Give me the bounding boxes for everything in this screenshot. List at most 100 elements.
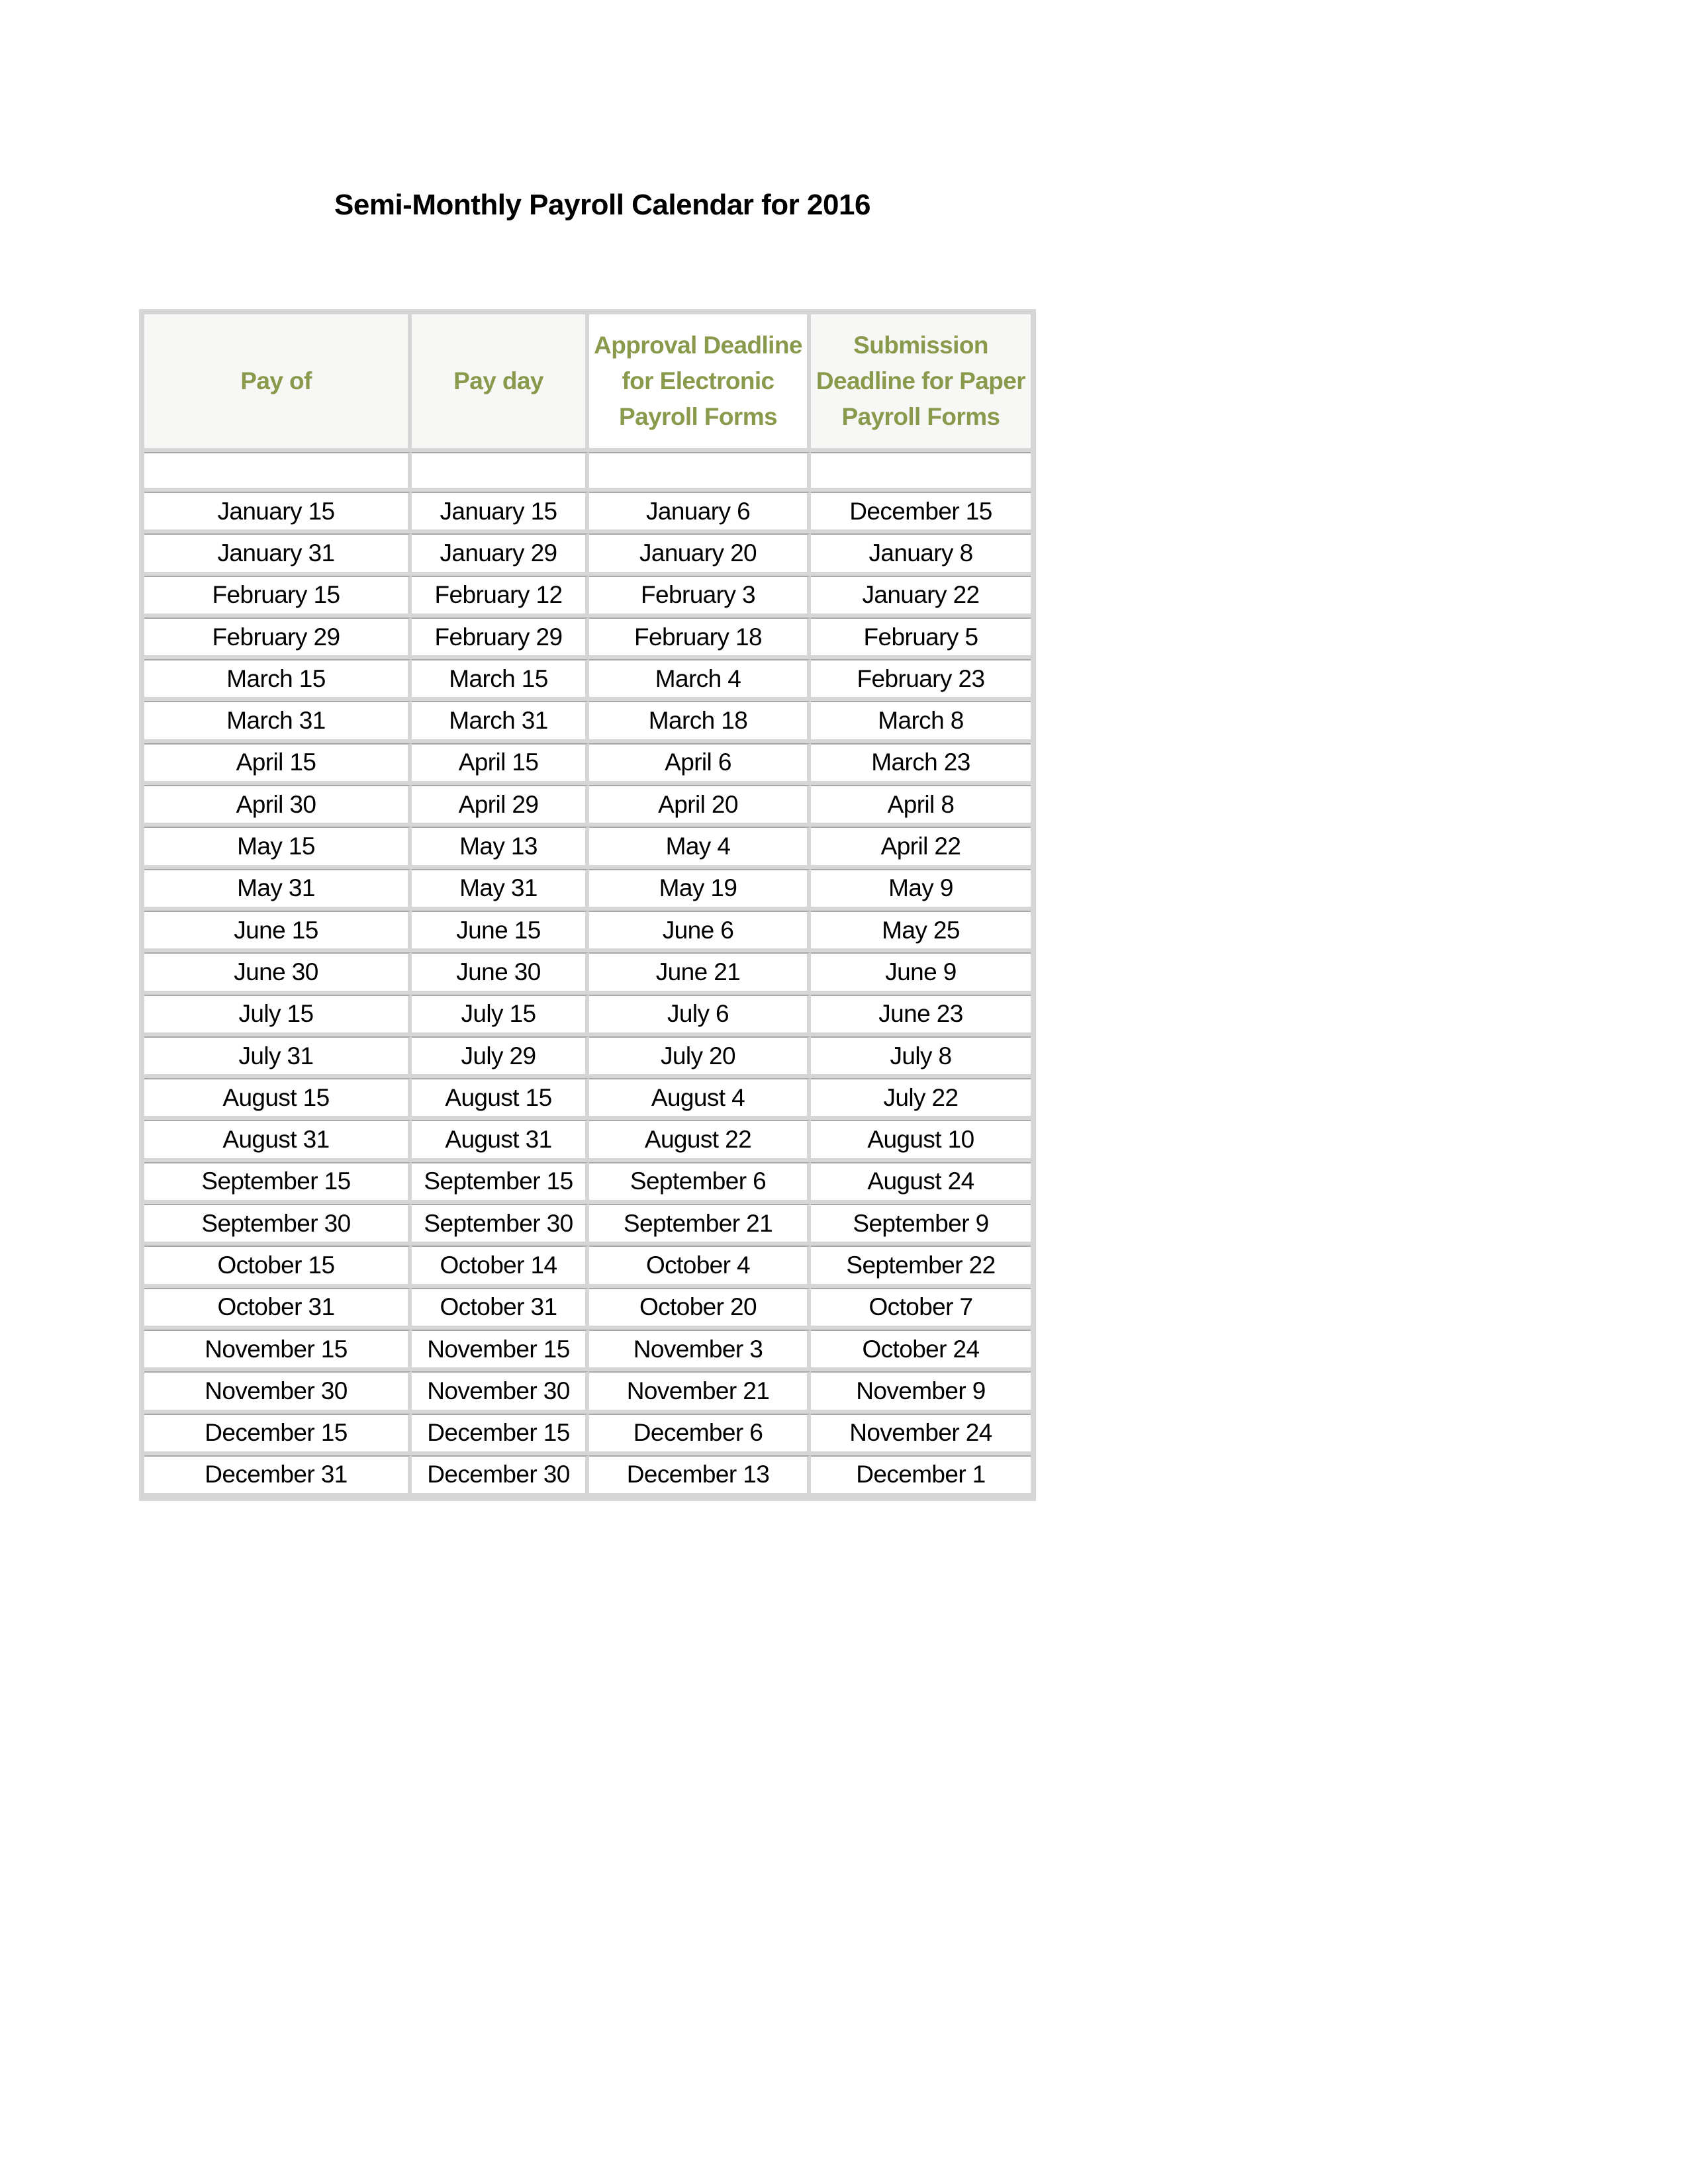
- cell-paper-submission-deadline: May 25: [811, 910, 1031, 953]
- column-header-electronic-approval-deadline: Approval Deadline for Electronic Payroll…: [589, 314, 811, 452]
- cell-pay-day: July 29: [412, 1036, 589, 1079]
- cell-electronic-approval-deadline: November 3: [589, 1329, 811, 1372]
- cell-pay-day: August 31: [412, 1120, 589, 1162]
- cell-electronic-approval-deadline: July 6: [589, 994, 811, 1036]
- cell-paper-submission-deadline: June 9: [811, 952, 1031, 995]
- table-row: October 31 October 31 October 20 October 7: [144, 1287, 1031, 1330]
- cell-pay-day: May 31: [412, 868, 589, 911]
- cell-paper-submission-deadline: June 23: [811, 994, 1031, 1036]
- cell-pay-of: June 15: [144, 910, 412, 953]
- column-header-pay-day: Pay day: [412, 314, 589, 452]
- table-row: April 30 April 29 April 20 April 8: [144, 785, 1031, 827]
- table-row: December 15 December 15 December 6 November…: [144, 1413, 1031, 1455]
- cell-paper-submission-deadline: November 9: [811, 1371, 1031, 1414]
- cell-pay-of: January 15: [144, 492, 412, 534]
- table-row: July 15 July 15 July 6 June 23: [144, 994, 1031, 1036]
- cell-pay-of: February 15: [144, 575, 412, 617]
- cell-electronic-approval-deadline: May 19: [589, 868, 811, 911]
- cell-paper-submission-deadline: October 7: [811, 1287, 1031, 1330]
- cell-electronic-approval-deadline: June 21: [589, 952, 811, 995]
- cell-paper-submission-deadline: July 22: [811, 1078, 1031, 1120]
- payroll-calendar-table-container: Pay of Pay day Approval Deadline for Ele…: [139, 309, 1036, 1502]
- cell-pay-day: September 15: [412, 1161, 589, 1205]
- table-row: August 15 August 15 August 4 July 22: [144, 1078, 1031, 1120]
- cell-electronic-approval-deadline: February 18: [589, 617, 811, 660]
- cell-pay-of: January 31: [144, 533, 412, 576]
- cell-electronic-approval-deadline: June 6: [589, 910, 811, 953]
- cell-paper-submission-deadline: August 24: [811, 1161, 1031, 1205]
- empty-cell: [589, 452, 811, 492]
- table-row: September 30 September 30 September 21 Sept…: [144, 1204, 1031, 1246]
- cell-pay-of: March 31: [144, 701, 412, 743]
- cell-electronic-approval-deadline: October 20: [589, 1287, 811, 1330]
- column-header-paper-submission-deadline: Submission Deadline for Paper Payroll Fo…: [811, 314, 1031, 452]
- cell-electronic-approval-deadline: May 4: [589, 827, 811, 869]
- cell-pay-of: December 31: [144, 1455, 412, 1498]
- cell-electronic-approval-deadline: October 4: [589, 1246, 811, 1288]
- table-row: June 15 June 15 June 6 May 25: [144, 910, 1031, 953]
- cell-pay-of: December 15: [144, 1413, 412, 1455]
- cell-pay-day: October 14: [412, 1246, 589, 1288]
- empty-cell: [412, 452, 589, 492]
- table-row: October 15 October 14 October 4 September 2…: [144, 1246, 1031, 1288]
- cell-paper-submission-deadline: February 5: [811, 617, 1031, 660]
- cell-electronic-approval-deadline: July 20: [589, 1036, 811, 1079]
- cell-paper-submission-deadline: January 8: [811, 533, 1031, 576]
- table-row: September 15 September 15 September 6 Augus…: [144, 1161, 1031, 1205]
- table-row: January 31 January 29 January 20 January 8: [144, 533, 1031, 576]
- cell-paper-submission-deadline: December 15: [811, 492, 1031, 534]
- payroll-calendar-table: Pay of Pay day Approval Deadline for Ele…: [144, 314, 1031, 1498]
- cell-paper-submission-deadline: March 8: [811, 701, 1031, 743]
- cell-pay-day: March 31: [412, 701, 589, 743]
- cell-paper-submission-deadline: August 10: [811, 1120, 1031, 1162]
- cell-pay-day: May 13: [412, 827, 589, 869]
- table-row: November 30 November 30 November 21 Novembe…: [144, 1371, 1031, 1414]
- cell-pay-of: October 31: [144, 1287, 412, 1330]
- empty-row: [144, 452, 1031, 492]
- table-header-row: Pay of Pay day Approval Deadline for Ele…: [144, 314, 1031, 452]
- table-row: July 31 July 29 July 20 July 8: [144, 1036, 1031, 1079]
- cell-pay-of: August 31: [144, 1120, 412, 1162]
- cell-pay-of: October 15: [144, 1246, 412, 1288]
- table-row: May 15 May 13 May 4 April 22: [144, 827, 1031, 869]
- cell-paper-submission-deadline: November 24: [811, 1413, 1031, 1455]
- table-row: May 31 May 31 May 19 May 9: [144, 868, 1031, 911]
- cell-electronic-approval-deadline: August 22: [589, 1120, 811, 1162]
- cell-paper-submission-deadline: September 9: [811, 1204, 1031, 1246]
- cell-paper-submission-deadline: July 8: [811, 1036, 1031, 1079]
- cell-electronic-approval-deadline: April 20: [589, 785, 811, 827]
- table-row: March 15 March 15 March 4 February 23: [144, 659, 1031, 702]
- cell-pay-day: March 15: [412, 659, 589, 702]
- page-title: Semi-Monthly Payroll Calendar for 2016: [334, 189, 870, 221]
- cell-electronic-approval-deadline: February 3: [589, 575, 811, 617]
- cell-pay-of: August 15: [144, 1078, 412, 1120]
- cell-pay-day: April 15: [412, 743, 589, 786]
- cell-pay-of: March 15: [144, 659, 412, 702]
- cell-pay-of: November 30: [144, 1371, 412, 1414]
- cell-pay-of: May 31: [144, 868, 412, 911]
- cell-pay-of: September 30: [144, 1204, 412, 1246]
- table-row: March 31 March 31 March 18 March 8: [144, 701, 1031, 743]
- cell-paper-submission-deadline: March 23: [811, 743, 1031, 786]
- cell-pay-day: April 29: [412, 785, 589, 827]
- cell-pay-day: February 29: [412, 617, 589, 660]
- cell-pay-day: June 30: [412, 952, 589, 995]
- empty-cell: [811, 452, 1031, 492]
- cell-pay-of: November 15: [144, 1329, 412, 1372]
- table-row: December 31 December 30 December 13 Decembe…: [144, 1455, 1031, 1498]
- cell-paper-submission-deadline: September 22: [811, 1246, 1031, 1288]
- cell-electronic-approval-deadline: September 6: [589, 1161, 811, 1205]
- table-row: January 15 January 15 January 6 December 15: [144, 492, 1031, 534]
- table-row: April 15 April 15 April 6 March 23: [144, 743, 1031, 786]
- cell-paper-submission-deadline: May 9: [811, 868, 1031, 911]
- cell-electronic-approval-deadline: January 20: [589, 533, 811, 576]
- cell-electronic-approval-deadline: September 21: [589, 1204, 811, 1246]
- cell-electronic-approval-deadline: December 13: [589, 1455, 811, 1498]
- cell-pay-of: April 15: [144, 743, 412, 786]
- cell-pay-of: April 30: [144, 785, 412, 827]
- table-row: February 29 February 29 February 18 Februar…: [144, 617, 1031, 660]
- cell-pay-of: July 31: [144, 1036, 412, 1079]
- empty-cell: [144, 452, 412, 492]
- cell-pay-day: December 15: [412, 1413, 589, 1455]
- cell-paper-submission-deadline: October 24: [811, 1329, 1031, 1372]
